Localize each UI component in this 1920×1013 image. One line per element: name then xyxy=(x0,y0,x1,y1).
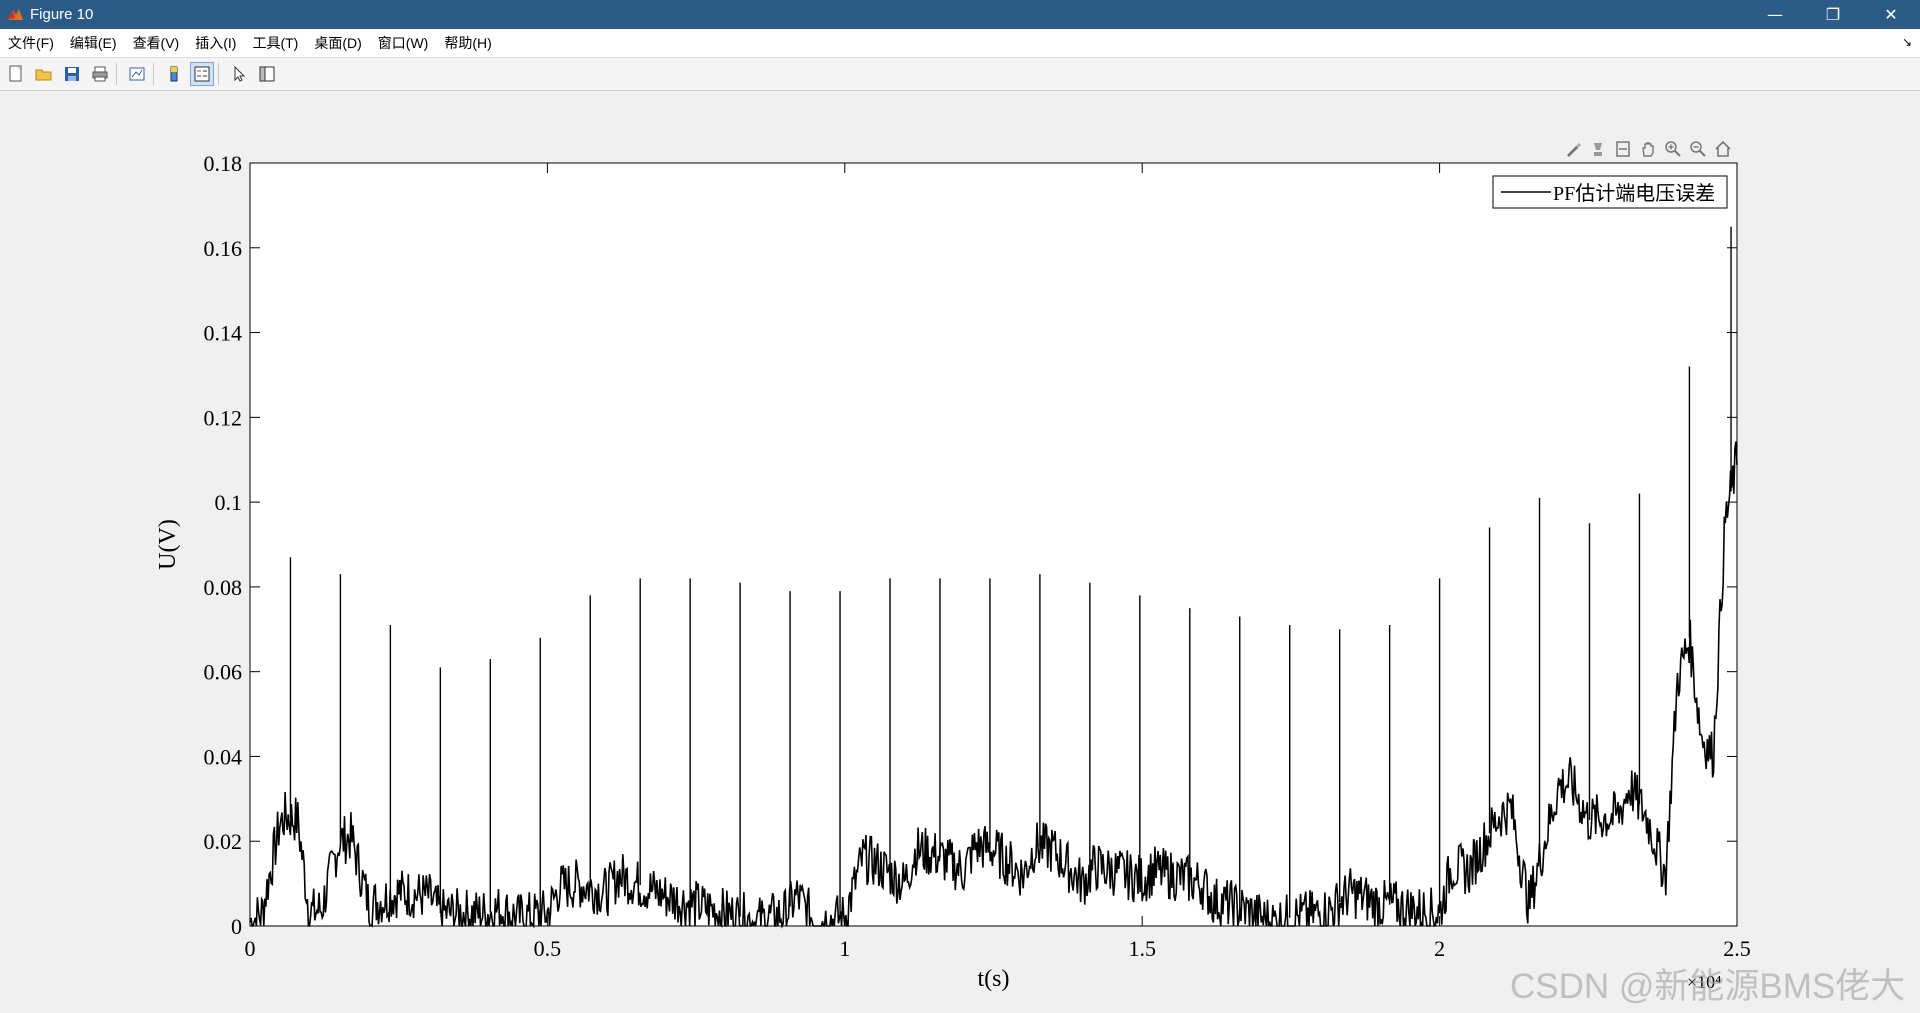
x-tick-label: 0.5 xyxy=(534,936,562,961)
legend[interactable]: PF估计端电压误差 xyxy=(1492,175,1728,209)
y-axis-label: U(V) xyxy=(155,519,181,570)
legend-entry: PF估计端电压误差 xyxy=(1553,182,1715,205)
y-tick-label: 0.18 xyxy=(204,151,243,176)
axes-toolbar xyxy=(1562,138,1733,160)
y-tick-label: 0.08 xyxy=(204,575,243,600)
restore-view-icon[interactable] xyxy=(1612,139,1633,160)
y-tick-label: 0.1 xyxy=(215,490,243,515)
zoom-in-icon[interactable] xyxy=(1662,139,1683,160)
brush-icon[interactable] xyxy=(1562,139,1583,160)
y-tick-label: 0.04 xyxy=(204,744,243,769)
x-tick-label: 2 xyxy=(1434,936,1445,961)
x-tick-label: 0 xyxy=(245,936,256,961)
y-tick-label: 0.16 xyxy=(204,236,243,261)
x-tick-label: 1 xyxy=(839,936,850,961)
data-tips-icon[interactable] xyxy=(1587,139,1608,160)
x-axis-label: t(s) xyxy=(978,966,1010,992)
watermark-text: CSDN @新能源BMS佬大 xyxy=(1510,967,1906,1006)
y-tick-label: 0 xyxy=(231,914,242,939)
home-icon[interactable] xyxy=(1712,139,1733,160)
zoom-out-icon[interactable] xyxy=(1687,139,1708,160)
pan-icon[interactable] xyxy=(1637,139,1658,160)
y-tick-label: 0.14 xyxy=(204,321,243,346)
y-tick-label: 0.06 xyxy=(204,660,243,685)
y-tick-label: 0.12 xyxy=(204,405,243,430)
y-tick-label: 0.02 xyxy=(204,829,243,854)
x-tick-label: 1.5 xyxy=(1128,936,1156,961)
